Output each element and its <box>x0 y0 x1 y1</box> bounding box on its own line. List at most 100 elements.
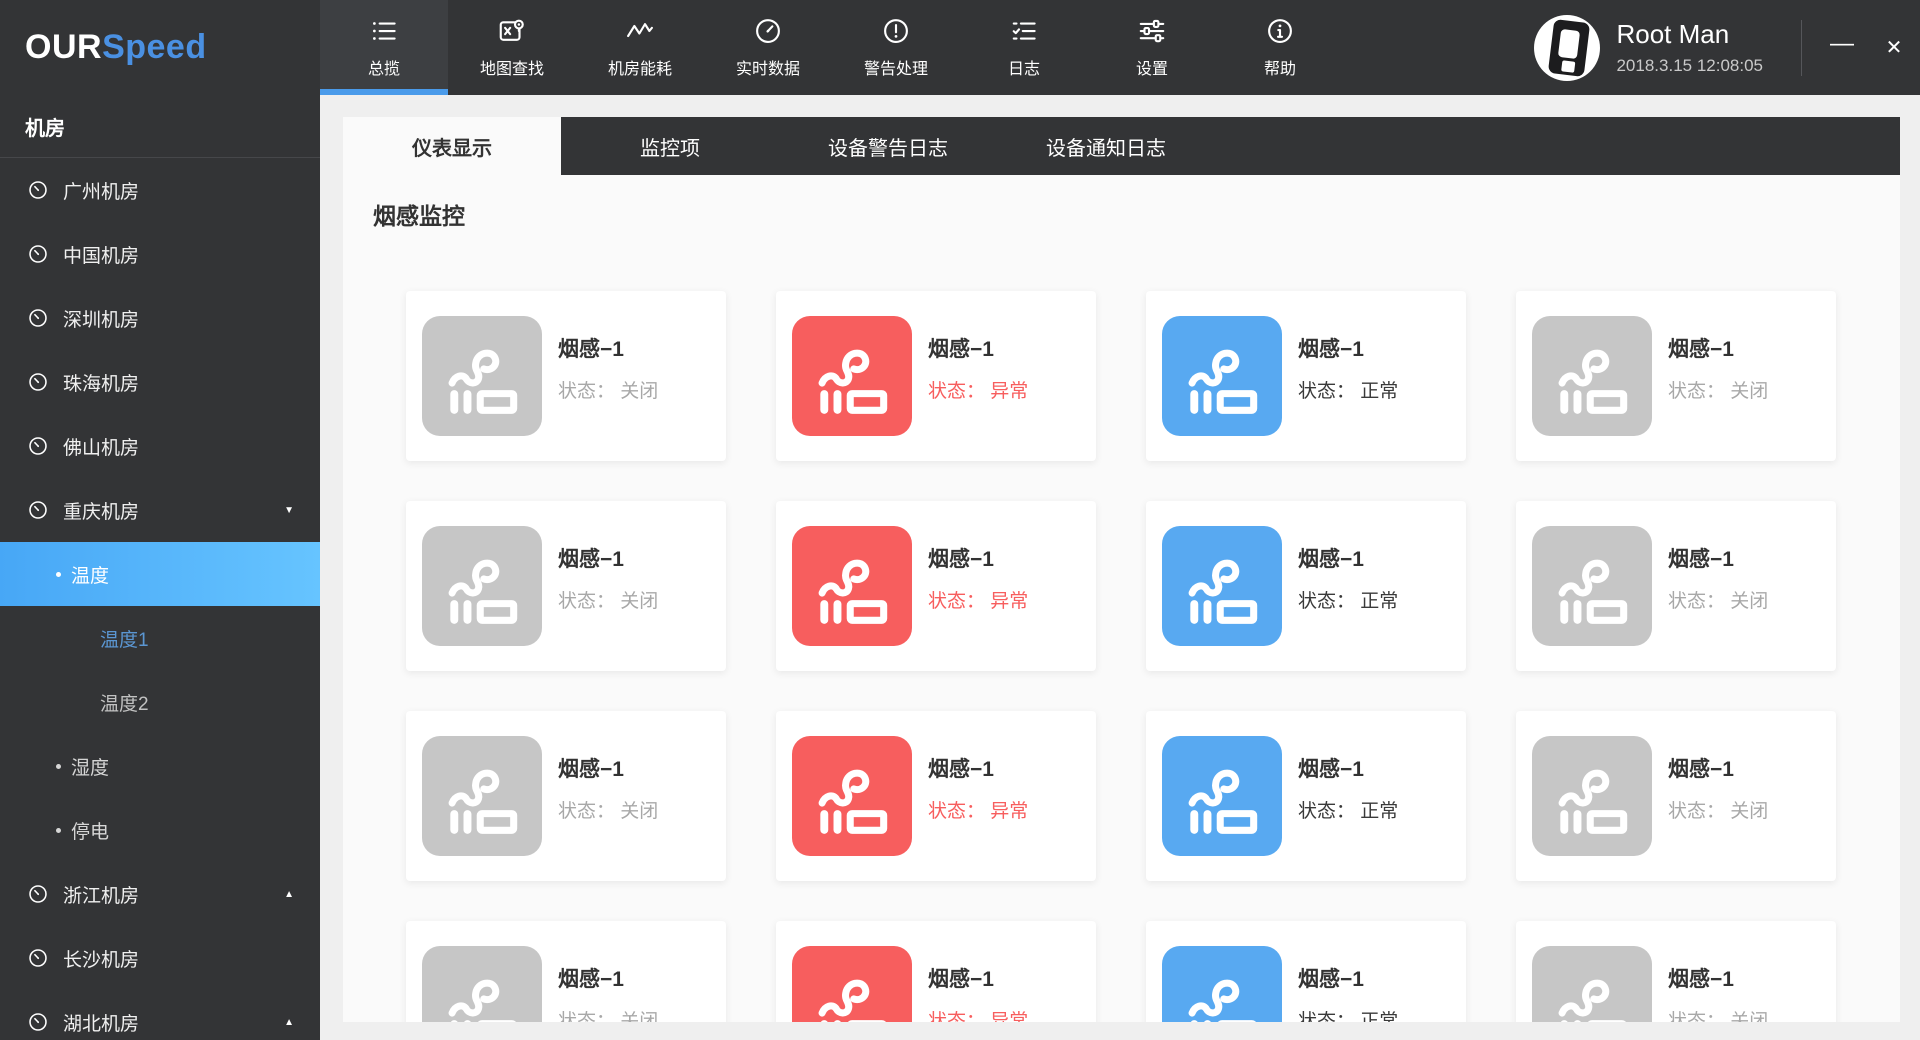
sensor-card[interactable]: 烟感−1 状态： 正常 <box>1146 711 1466 881</box>
sensor-card[interactable]: 烟感−1 状态： 正常 <box>1146 501 1466 671</box>
smoke-sensor-icon <box>1162 526 1282 646</box>
sensor-name: 烟感−1 <box>928 338 994 361</box>
sensor-card[interactable]: 烟感−1 状态： 异常 <box>776 921 1096 1022</box>
tab[interactable]: 设备警告日志 <box>779 117 997 175</box>
bullet-icon <box>56 571 61 577</box>
sensor-status: 状态： 关闭 <box>1668 591 1769 612</box>
sensor-card-text: 烟感−1 状态： 关闭 <box>1668 337 1768 403</box>
sidebar-item[interactable]: 停电 <box>0 798 320 862</box>
smoke-sensor-icon <box>792 526 912 646</box>
sidebar-item[interactable]: 佛山机房 <box>0 414 320 478</box>
smoke-sensor-icon <box>1532 526 1652 646</box>
alert-icon <box>881 16 911 46</box>
sensor-name: 烟感−1 <box>928 968 994 991</box>
gauge-icon <box>27 307 49 329</box>
sidebar-item[interactable]: 长沙机房 <box>0 926 320 990</box>
nav-item-realtime-data[interactable]: 实时数据 <box>704 0 832 95</box>
gauge-icon <box>27 499 49 521</box>
nav-item-label: 设置 <box>1135 61 1168 78</box>
sidebar-item[interactable]: 浙江机房 ▲ <box>0 862 320 926</box>
minimize-button[interactable]: — <box>1816 0 1868 95</box>
sensor-status: 状态： 异常 <box>928 1011 1029 1022</box>
nav-item-label: 日志 <box>1007 61 1040 78</box>
nav-item-map-search[interactable]: 地图查找 <box>448 0 576 95</box>
tabs: 仪表显示 监控项 设备警告日志 设备通知日志 <box>343 117 1215 175</box>
sensor-card[interactable]: 烟感−1 状态： 异常 <box>776 711 1096 881</box>
sidebar-item-label: 湿度 <box>71 757 110 779</box>
sensor-card[interactable]: 烟感−1 状态： 关闭 <box>406 501 726 671</box>
topbar: 总揽 地图查找 机房能耗 实时数据 警告处理 日志 设置 帮助 Root Man 2018.3… <box>320 0 1920 95</box>
sensor-card-text: 烟感−1 状态： 关闭 <box>558 547 658 613</box>
bullet-icon <box>56 763 61 769</box>
map-search-icon <box>497 16 527 46</box>
sensor-card[interactable]: 烟感−1 状态： 正常 <box>1146 291 1466 461</box>
page-title: 烟感监控 <box>373 203 465 229</box>
tab[interactable]: 仪表显示 <box>343 117 561 175</box>
smoke-sensor-icon <box>1162 736 1282 856</box>
sensor-card[interactable]: 烟感−1 状态： 异常 <box>776 501 1096 671</box>
sensor-status: 状态： 关闭 <box>1668 381 1769 402</box>
close-button[interactable]: ✕ <box>1868 0 1920 95</box>
sidebar-item[interactable]: 广州机房 <box>0 158 320 222</box>
tab-bar-filler <box>1215 117 1900 175</box>
sidebar-item[interactable]: 珠海机房 <box>0 350 320 414</box>
sidebar-item[interactable]: 温度2 <box>0 670 320 734</box>
sensor-card[interactable]: 烟感−1 状态： 关闭 <box>1516 711 1836 881</box>
sidebar-room-list: 广州机房 中国机房 深圳机房 珠海机房佛山机房重庆机房 ▼ 温度温度1 温度2 湿度停电浙江机… <box>0 158 320 1040</box>
nav-item-energy[interactable]: 机房能耗 <box>576 0 704 95</box>
realtime-data-icon <box>753 16 783 46</box>
nav-item-log[interactable]: 日志 <box>960 0 1088 95</box>
topbar-divider <box>1801 19 1802 76</box>
sidebar-item[interactable]: 重庆机房 ▼ <box>0 478 320 542</box>
sensor-name: 烟感−1 <box>558 548 624 571</box>
sidebar-item-label: 重庆机房 <box>63 501 140 523</box>
sensor-status: 状态： 正常 <box>1298 591 1399 612</box>
sidebar-item-label: 长沙机房 <box>63 949 140 971</box>
chevron-up-icon: ▲ <box>284 888 294 900</box>
smoke-sensor-icon <box>422 946 542 1022</box>
sidebar-item-label: 停电 <box>71 821 110 843</box>
nav-item-help[interactable]: 帮助 <box>1216 0 1344 95</box>
sidebar-item[interactable]: 湖北机房 ▲ <box>0 990 320 1040</box>
nav-item-alert[interactable]: 警告处理 <box>832 0 960 95</box>
sensor-card-text: 烟感−1 状态： 关闭 <box>558 337 658 403</box>
sidebar-item[interactable]: 温度 <box>0 542 320 606</box>
sensor-name: 烟感−1 <box>1298 968 1364 991</box>
sidebar-item-label: 佛山机房 <box>63 437 140 459</box>
tab[interactable]: 设备通知日志 <box>997 117 1215 175</box>
sidebar-item[interactable]: 深圳机房 <box>0 286 320 350</box>
nav-item-settings[interactable]: 设置 <box>1088 0 1216 95</box>
sensor-status: 状态： 正常 <box>1298 801 1399 822</box>
sensor-card[interactable]: 烟感−1 状态： 正常 <box>1146 921 1466 1022</box>
sidebar-item-label: 温度1 <box>100 629 149 651</box>
sensor-card-text: 烟感−1 状态： 关闭 <box>1668 967 1768 1022</box>
user-meta: Root Man 2018.3.15 12:08:05 <box>1616 19 1763 76</box>
sensor-card[interactable]: 烟感−1 状态： 关闭 <box>1516 501 1836 671</box>
user-avatar[interactable] <box>1534 14 1601 81</box>
sensor-card[interactable]: 烟感−1 状态： 关闭 <box>1516 291 1836 461</box>
sidebar-item[interactable]: 湿度 <box>0 734 320 798</box>
sensor-status: 状态： 异常 <box>928 381 1029 402</box>
gauge-icon <box>27 947 49 969</box>
sensor-status: 状态： 关闭 <box>558 591 659 612</box>
sensor-card[interactable]: 烟感−1 状态： 关闭 <box>406 291 726 461</box>
top-navigation: 总揽 地图查找 机房能耗 实时数据 警告处理 日志 设置 帮助 <box>320 0 1344 95</box>
sensor-card[interactable]: 烟感−1 状态： 关闭 <box>406 921 726 1022</box>
overview-icon <box>369 16 399 46</box>
sensor-card-text: 烟感−1 状态： 关闭 <box>558 757 658 823</box>
tab[interactable]: 监控项 <box>561 117 779 175</box>
sidebar: OUR Speed 机房 广州机房 中国机房 深圳机房 珠海机房 佛山机房 重庆机房 ▼ 温度温… <box>0 0 320 1040</box>
sidebar-item[interactable]: 温度1 <box>0 606 320 670</box>
sensor-name: 烟感−1 <box>928 758 994 781</box>
sensor-card[interactable]: 烟感−1 状态： 异常 <box>776 291 1096 461</box>
smoke-sensor-icon <box>1532 946 1652 1022</box>
sidebar-item[interactable]: 中国机房 <box>0 222 320 286</box>
help-icon <box>1265 16 1295 46</box>
sensor-card-text: 烟感−1 状态： 正常 <box>1298 337 1398 403</box>
nav-item-overview[interactable]: 总揽 <box>320 0 448 95</box>
sensor-name: 烟感−1 <box>1668 758 1734 781</box>
sensor-card[interactable]: 烟感−1 状态： 关闭 <box>406 711 726 881</box>
sensor-card-text: 烟感−1 状态： 异常 <box>928 757 1028 823</box>
smoke-sensor-icon <box>1532 316 1652 436</box>
sensor-card[interactable]: 烟感−1 状态： 关闭 <box>1516 921 1836 1022</box>
